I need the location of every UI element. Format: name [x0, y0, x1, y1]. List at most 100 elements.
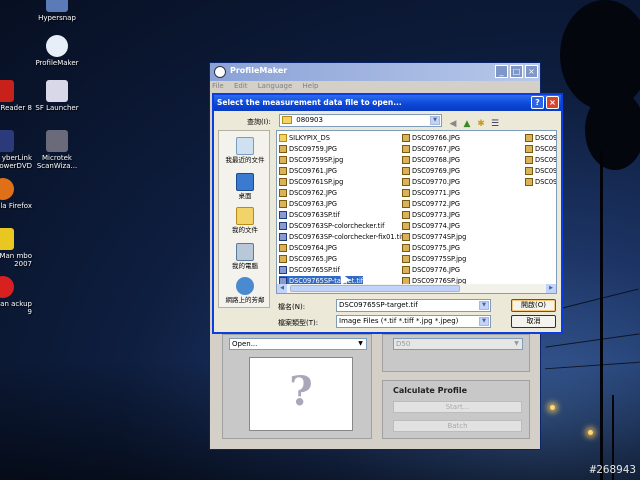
utility-pole: [600, 150, 603, 480]
back-icon[interactable]: ◀: [447, 118, 459, 130]
list-item[interactable]: DSC09767.JPG: [402, 144, 460, 155]
new-folder-icon[interactable]: ✱: [475, 118, 487, 130]
jpg-file-icon: [279, 200, 287, 208]
help-icon[interactable]: ?: [531, 96, 544, 109]
list-item[interactable]: DSC09: [525, 177, 557, 188]
chevron-down-icon: ▼: [358, 340, 363, 347]
jpg-file-icon: [279, 156, 287, 164]
filetype-label: 檔案類型(T):: [278, 319, 319, 327]
list-item[interactable]: DSC09: [525, 155, 557, 166]
list-item[interactable]: DSC09: [525, 166, 557, 177]
file-name: DSC09761SP.jpg: [289, 178, 344, 186]
list-item[interactable]: DSC09768.JPG: [402, 155, 460, 166]
place-network[interactable]: 網路上的芳鄰: [219, 277, 271, 304]
list-item[interactable]: DSC09775SP.jpg: [402, 254, 466, 265]
list-item[interactable]: DSC09759.JPG: [279, 144, 337, 155]
list-item[interactable]: DSC09763SP.tif: [279, 210, 340, 221]
list-item[interactable]: DSC09769.JPG: [402, 166, 460, 177]
minimize-icon[interactable]: _: [495, 65, 508, 78]
list-item[interactable]: DSC09774.JPG: [402, 221, 460, 232]
maximize-icon[interactable]: □: [510, 65, 523, 78]
list-item[interactable]: DSC09766.JPG: [402, 133, 460, 144]
list-item[interactable]: DSC09763.JPG: [279, 199, 337, 210]
desktop-icon-firefox[interactable]: illa Firefox: [0, 178, 32, 210]
title-bar[interactable]: ProfileMaker _ □ ×: [210, 63, 540, 81]
desktop-icon-powerdvd[interactable]: yberLink owerDVD: [0, 130, 32, 170]
menu-file[interactable]: File: [212, 82, 224, 90]
list-item[interactable]: DSC09765.JPG: [279, 254, 337, 265]
file-name: DSC09766.JPG: [412, 134, 460, 142]
list-item[interactable]: DSC09772.JPG: [402, 199, 460, 210]
list-item[interactable]: DSC09770.JPG: [402, 177, 460, 188]
desktop-icon-pcman[interactable]: en PCMan mbo 2007: [0, 228, 32, 268]
place-desktop[interactable]: 桌面: [219, 173, 271, 200]
lookin-combo[interactable]: 080903 ▼: [279, 114, 442, 127]
list-item[interactable]: SILKYPIX_DS: [279, 133, 330, 144]
open-button[interactable]: 開啟(O): [511, 299, 556, 312]
scroll-left-icon[interactable]: ◀: [277, 284, 287, 293]
list-item[interactable]: DSC09775.JPG: [402, 243, 460, 254]
desktop-icon-sf-launcher[interactable]: SF Launcher: [22, 80, 92, 112]
menu-edit[interactable]: Edit: [234, 82, 248, 90]
batch-button[interactable]: Batch: [393, 420, 522, 432]
open-select[interactable]: Open... ▼: [229, 338, 367, 350]
list-item[interactable]: DSC09: [525, 133, 556, 144]
jpg-file-icon: [525, 178, 533, 186]
list-item[interactable]: DSC09763SP-colorchecker-fix01.tif: [279, 232, 403, 243]
list-item[interactable]: DSC09764.JPG: [279, 243, 337, 254]
folder-icon: [282, 116, 292, 124]
list-item[interactable]: DSC09771.JPG: [402, 188, 460, 199]
jpg-file-icon: [525, 134, 533, 142]
file-list[interactable]: SILKYPIX_DS DSC09759.JPG DSC09759SP.jpg …: [276, 130, 557, 294]
cancel-button[interactable]: 取消: [511, 315, 556, 328]
illuminant-select[interactable]: D50 ▼: [393, 338, 523, 350]
place-my-computer[interactable]: 我的電腦: [219, 243, 271, 270]
up-folder-icon[interactable]: ▲: [461, 118, 473, 130]
close-icon[interactable]: ×: [525, 65, 538, 78]
filename-field[interactable]: DSC09765SP-target.tif ▼: [336, 299, 491, 312]
list-item[interactable]: DSC09759SP.jpg: [279, 155, 343, 166]
file-name: DSC09: [535, 167, 557, 175]
file-name: DSC09773.JPG: [412, 211, 460, 219]
scrollbar-thumb[interactable]: [290, 285, 460, 292]
jpg-file-icon: [402, 145, 410, 153]
view-menu-icon[interactable]: ☰: [489, 118, 501, 130]
preview-box: ?: [249, 357, 353, 431]
file-name: SILKYPIX_DS: [289, 134, 330, 142]
list-item[interactable]: DSC09774SP.jpg: [402, 232, 466, 243]
desktop-icon-microtek[interactable]: Microtek ScanWiza...: [22, 130, 92, 170]
scroll-right-icon[interactable]: ▶: [546, 284, 556, 293]
file-name: DSC09765.JPG: [289, 255, 337, 263]
dialog-title-bar[interactable]: Select the measurement data file to open…: [214, 95, 561, 111]
desktop-icon-adobe-reader[interactable]: obe Reader 8: [0, 80, 32, 112]
list-item[interactable]: DSC09765SP.tif: [279, 265, 340, 276]
start-button[interactable]: Start...: [393, 401, 522, 413]
street-lamp: [550, 405, 555, 410]
menu-help[interactable]: Help: [303, 82, 319, 90]
list-item[interactable]: DSC09761SP.jpg: [279, 177, 343, 188]
place-recent-documents[interactable]: 我最近的文件: [219, 137, 271, 164]
list-item[interactable]: DSC09776.JPG: [402, 265, 460, 276]
filetype-select[interactable]: Image Files (*.tif *.tiff *.jpg *.jpeg) …: [336, 315, 491, 328]
menu-language[interactable]: Language: [258, 82, 293, 90]
file-name: DSC09763SP-colorchecker.tif: [289, 222, 385, 230]
horizontal-scrollbar[interactable]: ◀ ▶: [277, 284, 556, 293]
place-my-documents[interactable]: 我的文件: [219, 207, 271, 234]
jpg-file-icon: [402, 200, 410, 208]
illuminant-value: D50: [396, 340, 411, 348]
desktop-icon-profilemaker[interactable]: ProfileMaker: [22, 35, 92, 67]
close-icon[interactable]: ×: [546, 96, 559, 109]
desktop-icon-hypersnap[interactable]: Hypersnap: [22, 0, 92, 22]
list-item[interactable]: DSC09763SP-colorchecker.tif: [279, 221, 384, 232]
file-name: DSC09771.JPG: [412, 189, 460, 197]
list-item[interactable]: DSC09773.JPG: [402, 210, 460, 221]
list-item[interactable]: DSC09761.JPG: [279, 166, 337, 177]
file-name: DSC09759.JPG: [289, 145, 337, 153]
file-name: DSC09: [535, 178, 557, 186]
list-item[interactable]: DSC09: [525, 144, 556, 155]
desktop-icon-cobian[interactable]: Cobian ackup 9: [0, 276, 32, 316]
calculate-profile-title: Calculate Profile: [393, 386, 468, 395]
file-name: DSC09: [535, 156, 557, 164]
file-name: DSC09770.JPG: [412, 178, 460, 186]
list-item[interactable]: DSC09762.JPG: [279, 188, 337, 199]
